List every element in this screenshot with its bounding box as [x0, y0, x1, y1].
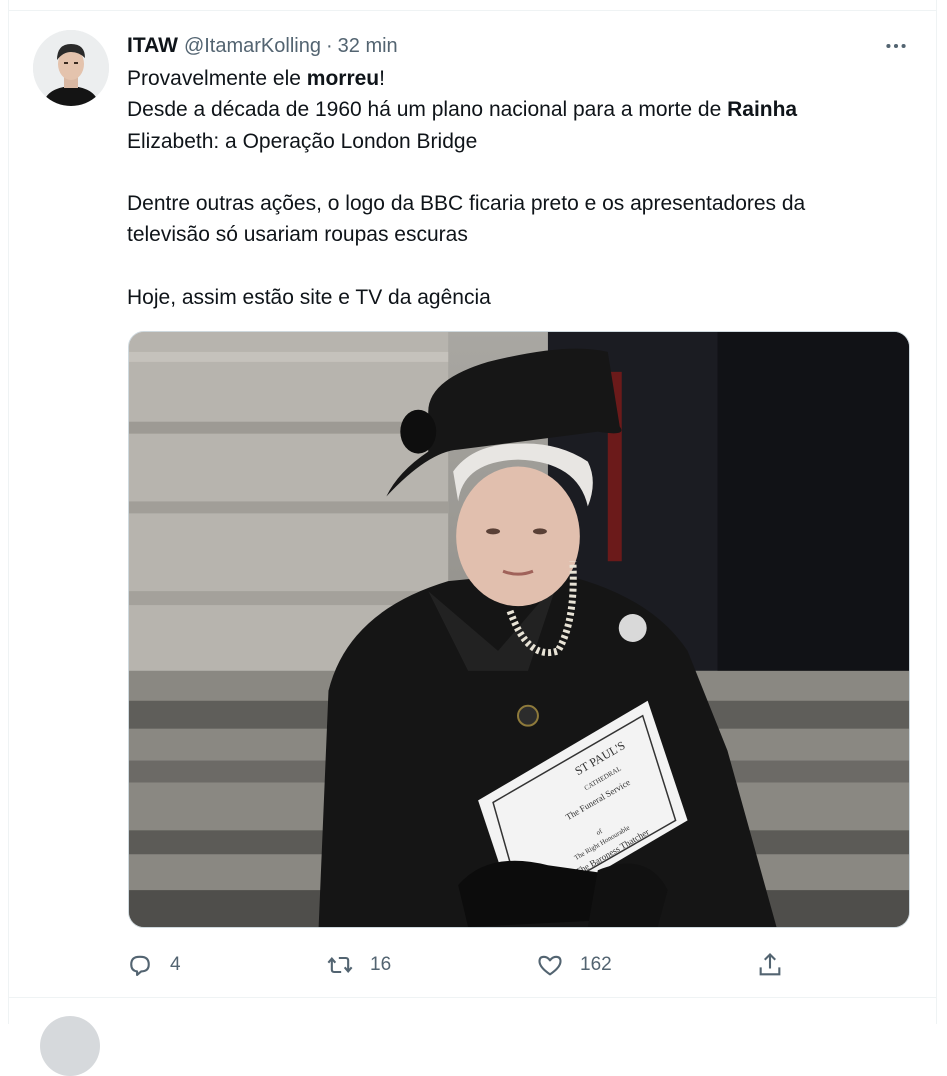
more-icon: [886, 43, 906, 49]
tweet-line-2: Desde a década de 1960 há um plano nacio…: [127, 98, 798, 122]
tweet-line-6: Hoje, assim estão site e TV da agência: [127, 286, 491, 310]
photo-queen-funeral: ST PAUL'S CATHEDRAL The Funeral Service …: [129, 332, 909, 927]
tweet-header: ITAW @ItamarKolling · 32 min: [127, 32, 398, 60]
tweet-top-divider: [8, 10, 937, 11]
header-separator: ·: [325, 34, 333, 57]
tweet-photo[interactable]: ST PAUL'S CATHEDRAL The Funeral Service …: [128, 331, 910, 928]
author-avatar[interactable]: [33, 30, 109, 106]
reply-count: 4: [170, 954, 181, 975]
share-icon: [759, 953, 781, 976]
tweet-text: Provavelmente ele morreu! Desde a década…: [127, 63, 907, 313]
author-name[interactable]: ITAW: [127, 34, 178, 58]
tweet-timestamp[interactable]: 32 min: [338, 35, 398, 58]
tweet-line-1: Provavelmente ele morreu!: [127, 67, 385, 90]
more-options-button[interactable]: [882, 34, 910, 58]
avatar-image: [33, 30, 109, 106]
like-count: 162: [580, 954, 612, 975]
reply-icon: [130, 955, 150, 976]
like-button[interactable]: 162: [536, 945, 612, 985]
retweet-button[interactable]: 16: [326, 945, 391, 985]
next-tweet-avatar[interactable]: [40, 1016, 100, 1076]
tweet-line-3: Elizabeth: a Operação London Bridge: [127, 129, 478, 153]
retweet-count: 16: [370, 954, 392, 975]
timeline-border-left: [8, 0, 9, 1024]
share-button[interactable]: [756, 945, 784, 985]
tweet-line-5: televisão só usariam roupas escuras: [127, 223, 468, 247]
like-icon: [538, 955, 562, 976]
retweet-icon: [327, 956, 353, 974]
reply-button[interactable]: 4: [126, 945, 181, 985]
tweet-actions: 4 16 162: [126, 945, 916, 985]
timeline-border-right: [936, 0, 937, 1024]
tweet-bottom-divider: [8, 997, 937, 998]
tweet-line-4: Dentre outras ações, o logo da BBC ficar…: [127, 192, 806, 216]
author-handle[interactable]: @ItamarKolling: [184, 35, 321, 58]
